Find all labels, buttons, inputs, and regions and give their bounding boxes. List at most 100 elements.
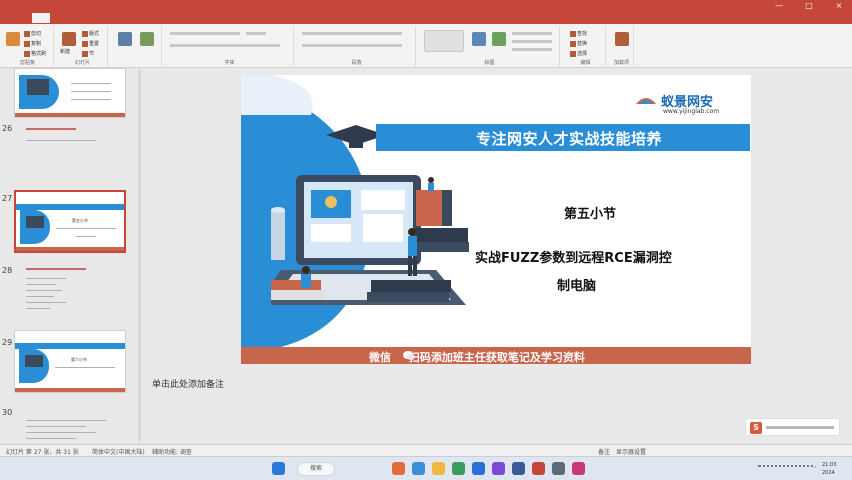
clock-time[interactable]: 21:03	[822, 462, 836, 468]
paste-icon[interactable]	[6, 32, 20, 46]
replace-icon	[570, 40, 576, 47]
copy-button[interactable]: 复制	[24, 40, 41, 47]
edge-icon[interactable]	[472, 462, 485, 475]
language-indicator[interactable]: 简体中文(中国大陆)	[92, 447, 145, 456]
app-icon-1[interactable]	[392, 462, 405, 475]
select-button[interactable]: 选择	[570, 50, 587, 57]
layout-button[interactable]: 版式	[82, 30, 99, 37]
font-size-box[interactable]	[246, 32, 266, 35]
app-icon-6[interactable]	[552, 462, 565, 475]
app-icon-3[interactable]	[452, 462, 465, 475]
slides-group: 新建 版式 重置 节 幻灯片	[58, 26, 108, 66]
addins-icon[interactable]	[615, 32, 629, 46]
editing-label: 编辑	[580, 60, 591, 66]
reuse-icon[interactable]	[118, 32, 132, 46]
close-button[interactable]: ×	[830, 0, 848, 12]
designer-icon[interactable]	[140, 32, 154, 46]
addins-group: 加载项	[610, 26, 634, 66]
thumbnail-29[interactable]: 第六小节	[14, 330, 126, 393]
select-icon	[570, 50, 576, 57]
title-bar: — □ ×	[0, 0, 852, 12]
font-label: 字体	[224, 60, 235, 66]
logo-url: www.yijinglab.com	[663, 108, 720, 115]
slide-footer: 微信 扫码添加班主任获取笔记及学习资料	[241, 347, 751, 364]
new-slide-icon[interactable]	[62, 32, 76, 46]
drawing-label: 绘图	[484, 60, 495, 66]
reset-button[interactable]: 重置	[82, 40, 99, 47]
minimize-button[interactable]: —	[770, 0, 788, 12]
slide-thumbnails-pane: 26 27 第五小节 28 29 第六小节 30	[0, 68, 140, 444]
find-button[interactable]: 查找	[570, 30, 587, 37]
font-name-box[interactable]	[170, 32, 240, 35]
slide-banner: 专注网安人才实战技能培养	[376, 124, 750, 151]
app-icon-7[interactable]	[572, 462, 585, 475]
paragraph-label: 段落	[351, 60, 362, 66]
start-icon[interactable]	[272, 462, 285, 475]
copy-icon	[24, 40, 30, 47]
reuse-group	[112, 26, 162, 66]
accessibility-button[interactable]: 辅助功能: 调查	[152, 447, 192, 456]
shape-outline-row[interactable]	[512, 40, 552, 43]
slide-number-29: 29	[2, 338, 13, 347]
slide-number-30: 30	[2, 408, 13, 417]
system-tray-icons[interactable]	[756, 465, 816, 473]
taskbar-search[interactable]: 搜索	[297, 462, 335, 476]
arrange-icon[interactable]	[472, 32, 486, 46]
app-icon-5[interactable]	[512, 462, 525, 475]
tab-file[interactable]	[4, 13, 10, 15]
shape-fill-row[interactable]	[512, 32, 552, 35]
footer-text: 微信 扫码添加班主任获取笔记及学习资料	[369, 351, 585, 364]
replace-button[interactable]: 替换	[570, 40, 587, 47]
slide-info: 幻灯片 第 27 张，共 31 张	[6, 449, 79, 456]
layout-icon	[82, 30, 88, 37]
clock-date[interactable]: 2024	[822, 470, 835, 476]
quick-styles-icon[interactable]	[492, 32, 506, 46]
thumbnail-29-title: 第六小节	[71, 357, 87, 362]
powerpoint-icon[interactable]	[532, 462, 545, 475]
display-settings-button[interactable]: 显示器设置	[616, 447, 646, 456]
shape-effects-row[interactable]	[512, 48, 552, 51]
brush-icon	[24, 50, 30, 57]
notes-button[interactable]: 备注	[598, 447, 610, 456]
format-painter-button[interactable]: 格式刷	[24, 50, 46, 57]
list-row[interactable]	[302, 32, 402, 35]
notes-placeholder[interactable]: 单击此处添加备注	[152, 377, 224, 390]
reset-icon	[82, 40, 88, 47]
addins-label: 加载项	[613, 60, 629, 66]
taskbar: 搜索 21:03 2024	[0, 456, 852, 480]
clipboard-group: 剪切 复制 格式刷 剪贴板	[2, 26, 54, 66]
slide-canvas[interactable]: 蚁景网安 www.yijinglab.com 专注网安人才实战技能培养 第五小节…	[241, 75, 751, 364]
drawing-group: 绘图	[420, 26, 560, 66]
logo-mark-icon	[636, 98, 656, 104]
shapes-gallery[interactable]	[424, 30, 464, 52]
thumbnail-27-selected[interactable]: 第五小节	[14, 190, 126, 253]
status-bar: 幻灯片 第 27 张，共 31 张 简体中文(中国大陆) 辅助功能: 调查 备注…	[0, 444, 852, 456]
cut-icon	[24, 30, 30, 37]
topic-line-1: 实战FUZZ参数到远程RCE漏洞控	[475, 251, 672, 266]
thumbnail-27-title: 第五小节	[72, 218, 88, 223]
ime-floating-toolbar[interactable]: S	[745, 418, 840, 436]
ribbon: 剪切 复制 格式刷 剪贴板 新建 版式 重置 节 幻灯片 字体 段落 绘图 查找…	[0, 24, 852, 68]
app-icon-2[interactable]	[412, 462, 425, 475]
file-explorer-icon[interactable]	[432, 462, 445, 475]
new-slide-button[interactable]: 新建	[60, 48, 70, 55]
tab-home[interactable]	[32, 13, 50, 23]
clipboard-label: 剪贴板	[19, 60, 35, 66]
thumbnail-25[interactable]	[14, 68, 126, 118]
cut-button[interactable]: 剪切	[24, 30, 41, 37]
align-row[interactable]	[302, 44, 402, 47]
slide-number-26: 26	[2, 124, 13, 133]
section-button[interactable]: 节	[82, 50, 94, 57]
ribbon-tabs	[0, 12, 852, 24]
search-icon	[570, 30, 576, 37]
ime-logo-icon: S	[750, 422, 762, 434]
app-icon-4[interactable]	[492, 462, 505, 475]
thumbnails-scrollbar[interactable]	[138, 70, 141, 440]
wechat-icon	[403, 351, 415, 360]
maximize-button[interactable]: □	[800, 0, 818, 12]
font-format-row[interactable]	[170, 44, 280, 47]
section-icon	[82, 50, 88, 57]
section-title: 第五小节	[564, 207, 617, 222]
topic-line-2: 制电脑	[557, 279, 597, 294]
font-group: 字体	[166, 26, 294, 66]
